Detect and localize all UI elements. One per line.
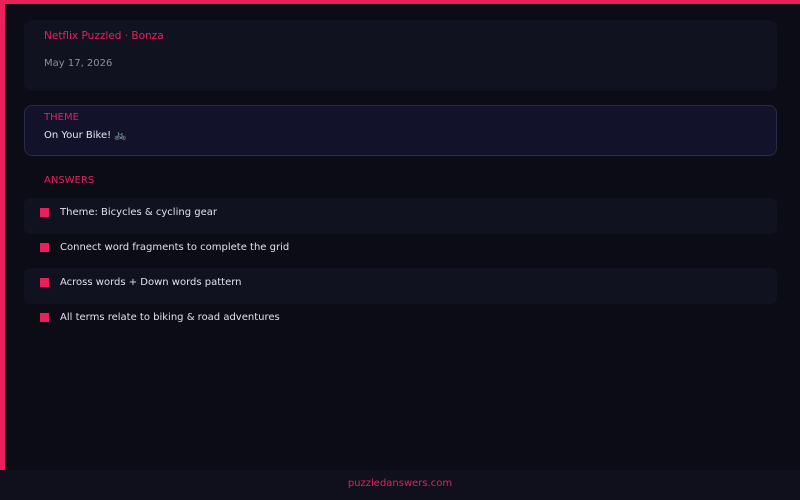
answer-item: Theme: Bicycles & cycling gear — [24, 198, 777, 234]
puzzle-title: Netflix Puzzled · Bonza — [44, 30, 164, 42]
left-accent-bar — [0, 0, 5, 470]
footer-site-link[interactable]: puzzledanswers.com — [0, 478, 800, 489]
answers-heading: ANSWERS — [44, 175, 95, 186]
theme-card: THEME On Your Bike! 🚲 — [24, 105, 777, 156]
answer-item: Across words + Down words pattern — [24, 268, 777, 304]
header-card: Netflix Puzzled · Bonza May 17, 2026 — [24, 20, 777, 91]
answer-text: Connect word fragments to complete the g… — [60, 242, 290, 253]
theme-value: On Your Bike! 🚲 — [44, 130, 127, 141]
square-bullet-icon — [40, 243, 49, 252]
square-bullet-icon — [40, 208, 49, 217]
answer-text: All terms relate to biking & road advent… — [60, 312, 280, 323]
square-bullet-icon — [40, 313, 49, 322]
answer-text: Theme: Bicycles & cycling gear — [60, 207, 217, 218]
top-accent-bar — [0, 0, 800, 4]
answer-item: All terms relate to biking & road advent… — [24, 303, 777, 339]
answer-item: Connect word fragments to complete the g… — [24, 233, 777, 269]
puzzle-date: May 17, 2026 — [44, 58, 113, 69]
square-bullet-icon — [40, 278, 49, 287]
page: Netflix Puzzled · Bonza May 17, 2026 THE… — [0, 0, 800, 500]
footer: puzzledanswers.com — [0, 470, 800, 500]
answer-text: Across words + Down words pattern — [60, 277, 242, 288]
theme-label: THEME — [44, 112, 79, 123]
